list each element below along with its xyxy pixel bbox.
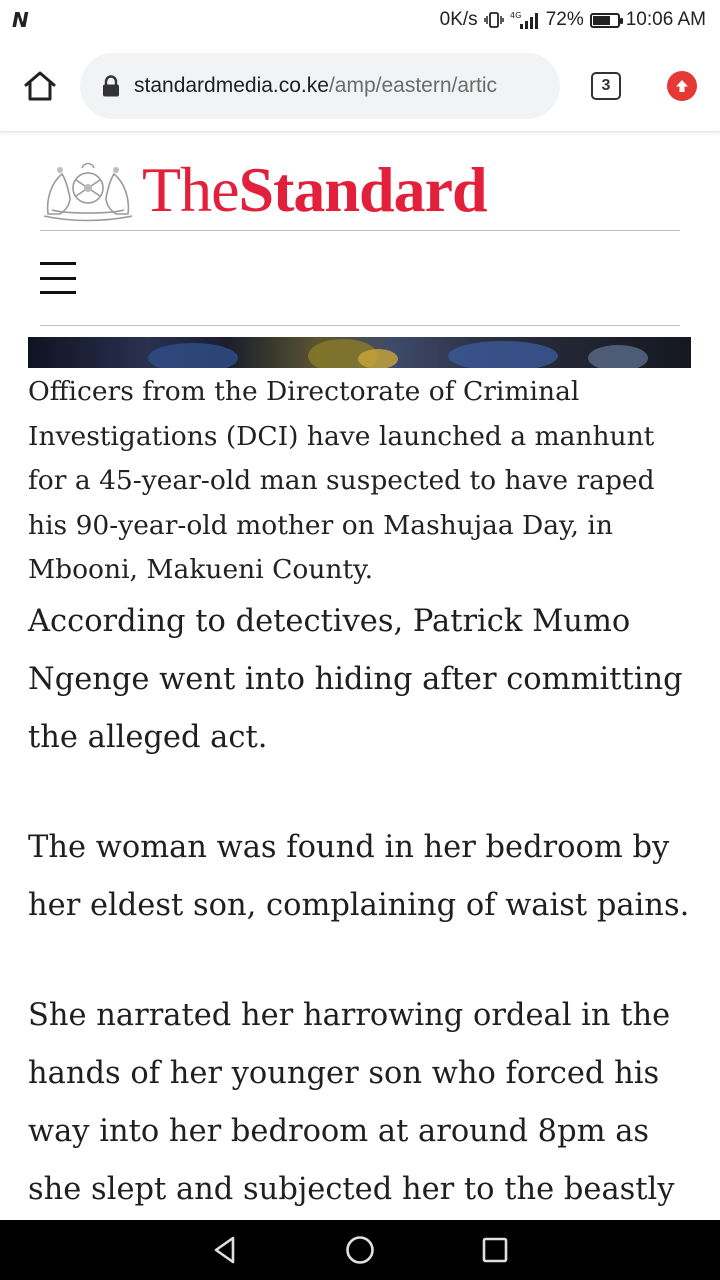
article-image xyxy=(28,337,691,368)
battery-percent: 72% xyxy=(545,9,584,30)
url-bar[interactable]: standardmedia.co.ke/amp/eastern/artic xyxy=(80,52,560,119)
recents-icon xyxy=(482,1237,508,1263)
network-speed: 0K/s xyxy=(439,9,478,30)
hamburger-icon-line xyxy=(40,276,76,280)
tabs-button[interactable]: 3 xyxy=(560,40,652,132)
home-icon xyxy=(24,71,56,100)
recents-button[interactable] xyxy=(475,1230,515,1270)
tab-count: 3 xyxy=(601,76,611,94)
logo-the: The xyxy=(142,154,239,225)
browser-toolbar: standardmedia.co.ke/amp/eastern/artic 3 xyxy=(0,40,720,132)
notification-n-icon: N xyxy=(12,8,29,32)
system-nav-bar xyxy=(0,1220,720,1280)
logo-standard: Standard xyxy=(238,154,488,225)
url-path: /amp/eastern/artic xyxy=(328,73,498,97)
menu-button[interactable] xyxy=(40,258,76,298)
update-button[interactable] xyxy=(652,40,712,132)
masthead-logo[interactable]: TheStandard xyxy=(40,150,680,230)
vibrate-icon xyxy=(483,11,504,29)
logo-wordmark: TheStandard xyxy=(142,158,488,222)
tabs-icon: 3 xyxy=(591,71,621,100)
divider xyxy=(40,325,680,326)
home-button[interactable] xyxy=(0,40,80,132)
coat-of-arms-icon xyxy=(43,162,133,222)
url-text: standardmedia.co.ke/amp/eastern/artic xyxy=(134,74,497,98)
clock: 10:06 AM xyxy=(625,9,706,30)
article-paragraph: The woman was found in her bedroom by he… xyxy=(28,830,690,923)
signal-icon: 4G xyxy=(510,10,540,30)
network-type: 4G xyxy=(510,11,521,20)
article-paragraph: She narrated her harrowing ordeal in the… xyxy=(28,998,675,1207)
update-icon xyxy=(667,70,697,101)
hamburger-icon-line xyxy=(40,291,76,294)
back-icon xyxy=(214,1236,235,1264)
article-paragraph: According to detectives, Patrick Mumo Ng… xyxy=(28,604,683,755)
image-caption: Officers from the Directorate of Crimina… xyxy=(28,376,655,585)
home-nav-button[interactable] xyxy=(340,1230,380,1270)
status-bar: N 0K/s 4G 72% 10:06 AM xyxy=(0,0,720,40)
battery-icon xyxy=(589,12,623,28)
url-host: standardmedia.co.ke xyxy=(134,73,329,97)
back-button[interactable] xyxy=(205,1230,245,1270)
article-body: According to detectives, Patrick Mumo Ng… xyxy=(28,593,698,1271)
hamburger-icon-line xyxy=(40,262,76,265)
lock-icon xyxy=(102,74,120,97)
home-circle-icon xyxy=(346,1236,374,1264)
divider xyxy=(40,230,680,231)
